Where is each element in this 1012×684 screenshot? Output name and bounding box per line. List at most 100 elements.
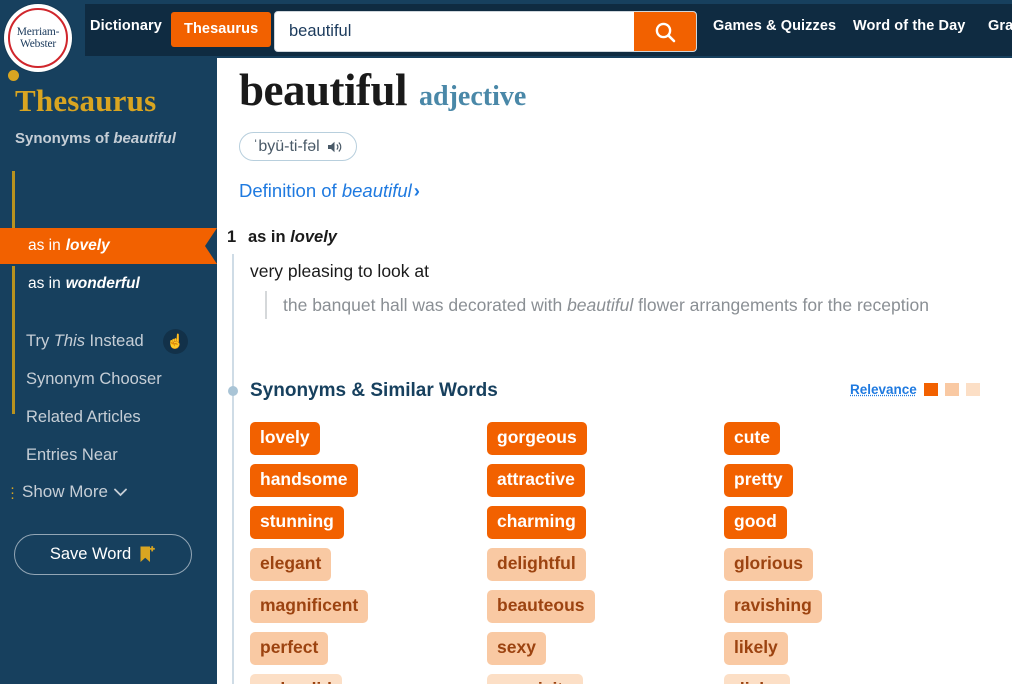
synonym-chip-row: handsome attractive pretty: [250, 464, 1010, 506]
try-this-pre: Try: [26, 332, 54, 350]
synonym-chip[interactable]: perfect: [250, 632, 329, 665]
relevance-swatch-low: [965, 383, 980, 396]
sense-example: the banquet hall was decorated with beau…: [265, 291, 955, 319]
sense-heading-prefix: as in: [248, 228, 291, 246]
thesaurus-page: Merriam- Webster Dictionary Thesaurus Ga…: [0, 0, 1012, 684]
sidebar-show-more-button[interactable]: Show More: [22, 482, 127, 502]
sidebar-rule-links: [12, 266, 15, 414]
sense-heading-word: lovely: [290, 228, 337, 246]
synonym-chip-cell: stunning: [250, 506, 487, 548]
sidebar: Thesaurus Synonyms of beautiful as in lo…: [0, 58, 217, 684]
synonym-chip-cell: dishy: [724, 674, 961, 684]
synonym-chip[interactable]: elegant: [250, 548, 332, 581]
relevance-legend: Relevance: [850, 382, 980, 397]
sidebar-subtitle-prefix: Synonyms of: [15, 130, 114, 147]
top-navigation-bar: Merriam- Webster Dictionary Thesaurus Ga…: [0, 0, 1012, 72]
nav-item-word-of-the-day[interactable]: Word of the Day: [853, 18, 965, 34]
part-of-speech: adjective: [419, 81, 527, 112]
sidebar-sense-word-2: wonderful: [65, 275, 140, 292]
logo-ring: Merriam- Webster: [8, 8, 68, 68]
synonym-chip-row: lovely gorgeous cute: [250, 422, 1010, 464]
synonym-chip-row: splendid exquisite dishy: [250, 674, 1010, 684]
logo-text: Merriam- Webster: [16, 26, 60, 50]
hand-point-up-icon: ☝: [163, 329, 188, 354]
synonym-chip[interactable]: cute: [724, 422, 780, 455]
synonym-chip[interactable]: attractive: [487, 464, 585, 497]
synonym-chip[interactable]: splendid: [250, 674, 342, 684]
definition-link[interactable]: Definition of beautiful ›: [239, 180, 420, 202]
synonym-chip-cell: ravishing: [724, 590, 961, 632]
synonym-chip-cell: beauteous: [487, 590, 724, 632]
logo-line-1: Merriam-: [16, 26, 60, 38]
synonym-chip-cell: charming: [487, 506, 724, 548]
sidebar-item-try-this-instead[interactable]: Try This Instead: [26, 332, 144, 351]
sidebar-subtitle: Synonyms of beautiful: [15, 130, 176, 147]
synonym-chip-cell: good: [724, 506, 961, 548]
synonyms-section-marker-dot: [228, 386, 238, 396]
definition-link-word: beautiful: [341, 180, 412, 201]
kebab-menu-icon: · · ·: [10, 479, 15, 506]
example-highlight: beautiful: [567, 295, 634, 315]
sidebar-sense-prefix: as in: [28, 237, 61, 254]
synonym-chip-row: elegant delightful glorious: [250, 548, 1010, 590]
pronunciation-button[interactable]: ˈbyü-ti-fəl: [239, 132, 357, 161]
nav-item-thesaurus[interactable]: Thesaurus: [171, 12, 272, 47]
synonym-chip[interactable]: lovely: [250, 422, 320, 455]
sidebar-title: Thesaurus: [15, 83, 157, 118]
sidebar-item-related-articles[interactable]: Related Articles: [26, 408, 141, 427]
synonym-chip[interactable]: delightful: [487, 548, 586, 581]
synonym-chip[interactable]: sexy: [487, 632, 546, 665]
nav-item-games-quizzes[interactable]: Games & Quizzes: [713, 18, 836, 34]
definition-link-prefix: Definition of: [239, 180, 342, 201]
nav-item-grammar[interactable]: Gra: [988, 18, 1012, 34]
relevance-label[interactable]: Relevance: [850, 382, 917, 397]
synonym-chip[interactable]: likely: [724, 632, 788, 665]
synonym-chip-cell: perfect: [250, 632, 487, 674]
try-this-em: This: [53, 332, 85, 350]
synonym-chip[interactable]: handsome: [250, 464, 358, 497]
nav-item-dictionary[interactable]: Dictionary: [90, 18, 162, 34]
synonym-chip[interactable]: gorgeous: [487, 422, 587, 455]
synonym-chip-cell: magnificent: [250, 590, 487, 632]
bookmark-plus-icon: [140, 545, 155, 562]
search-button[interactable]: [634, 12, 696, 51]
synonym-chip-cell: lovely: [250, 422, 487, 464]
chevron-down-icon: [114, 488, 127, 496]
synonym-chip[interactable]: charming: [487, 506, 586, 539]
synonym-chip-cell: cute: [724, 422, 961, 464]
save-word-button[interactable]: Save Word: [14, 534, 192, 575]
sidebar-sense-word: lovely: [65, 237, 110, 254]
search-icon: [655, 22, 676, 42]
merriam-webster-logo[interactable]: Merriam- Webster: [4, 4, 72, 72]
synonym-chip-cell: splendid: [250, 674, 487, 684]
sidebar-item-sense-wonderful[interactable]: as in wonderful: [28, 266, 140, 302]
sidebar-item-entries-near[interactable]: Entries Near: [26, 446, 118, 465]
synonym-chip-cell: delightful: [487, 548, 724, 590]
search-input[interactable]: [275, 12, 634, 51]
example-post: flower arrangements for the reception: [633, 295, 929, 315]
synonym-chip[interactable]: good: [724, 506, 787, 539]
synonym-chip[interactable]: glorious: [724, 548, 814, 581]
try-this-post: Instead: [84, 332, 144, 350]
synonym-chip-row: magnificent beauteous ravishing: [250, 590, 1010, 632]
synonym-chip[interactable]: beauteous: [487, 590, 595, 623]
synonym-chip[interactable]: pretty: [724, 464, 793, 497]
synonym-chip-cell: handsome: [250, 464, 487, 506]
sense-heading: as in lovely: [248, 228, 337, 247]
sidebar-item-sense-lovely[interactable]: as in lovely: [0, 228, 217, 264]
synonym-chip[interactable]: magnificent: [250, 590, 369, 623]
sense-definition: very pleasing to look at: [250, 261, 429, 281]
synonym-chip[interactable]: stunning: [250, 506, 344, 539]
synonym-chip[interactable]: ravishing: [724, 590, 822, 623]
synonym-chip-cell: elegant: [250, 548, 487, 590]
synonym-chip-cell: sexy: [487, 632, 724, 674]
synonym-chip-cell: exquisite: [487, 674, 724, 684]
sidebar-active-marker-dot: [8, 70, 19, 81]
pronunciation-text: ˈbyü-ti-fəl: [253, 137, 320, 155]
synonym-chip[interactable]: dishy: [724, 674, 790, 684]
main-content: beautiful adjective ˈbyü-ti-fəl Definitio…: [217, 58, 1012, 684]
page-title: beautiful adjective: [239, 64, 526, 116]
sidebar-item-synonym-chooser[interactable]: Synonym Chooser: [26, 370, 162, 389]
synonym-chip-cell: pretty: [724, 464, 961, 506]
synonym-chip[interactable]: exquisite: [487, 674, 583, 684]
